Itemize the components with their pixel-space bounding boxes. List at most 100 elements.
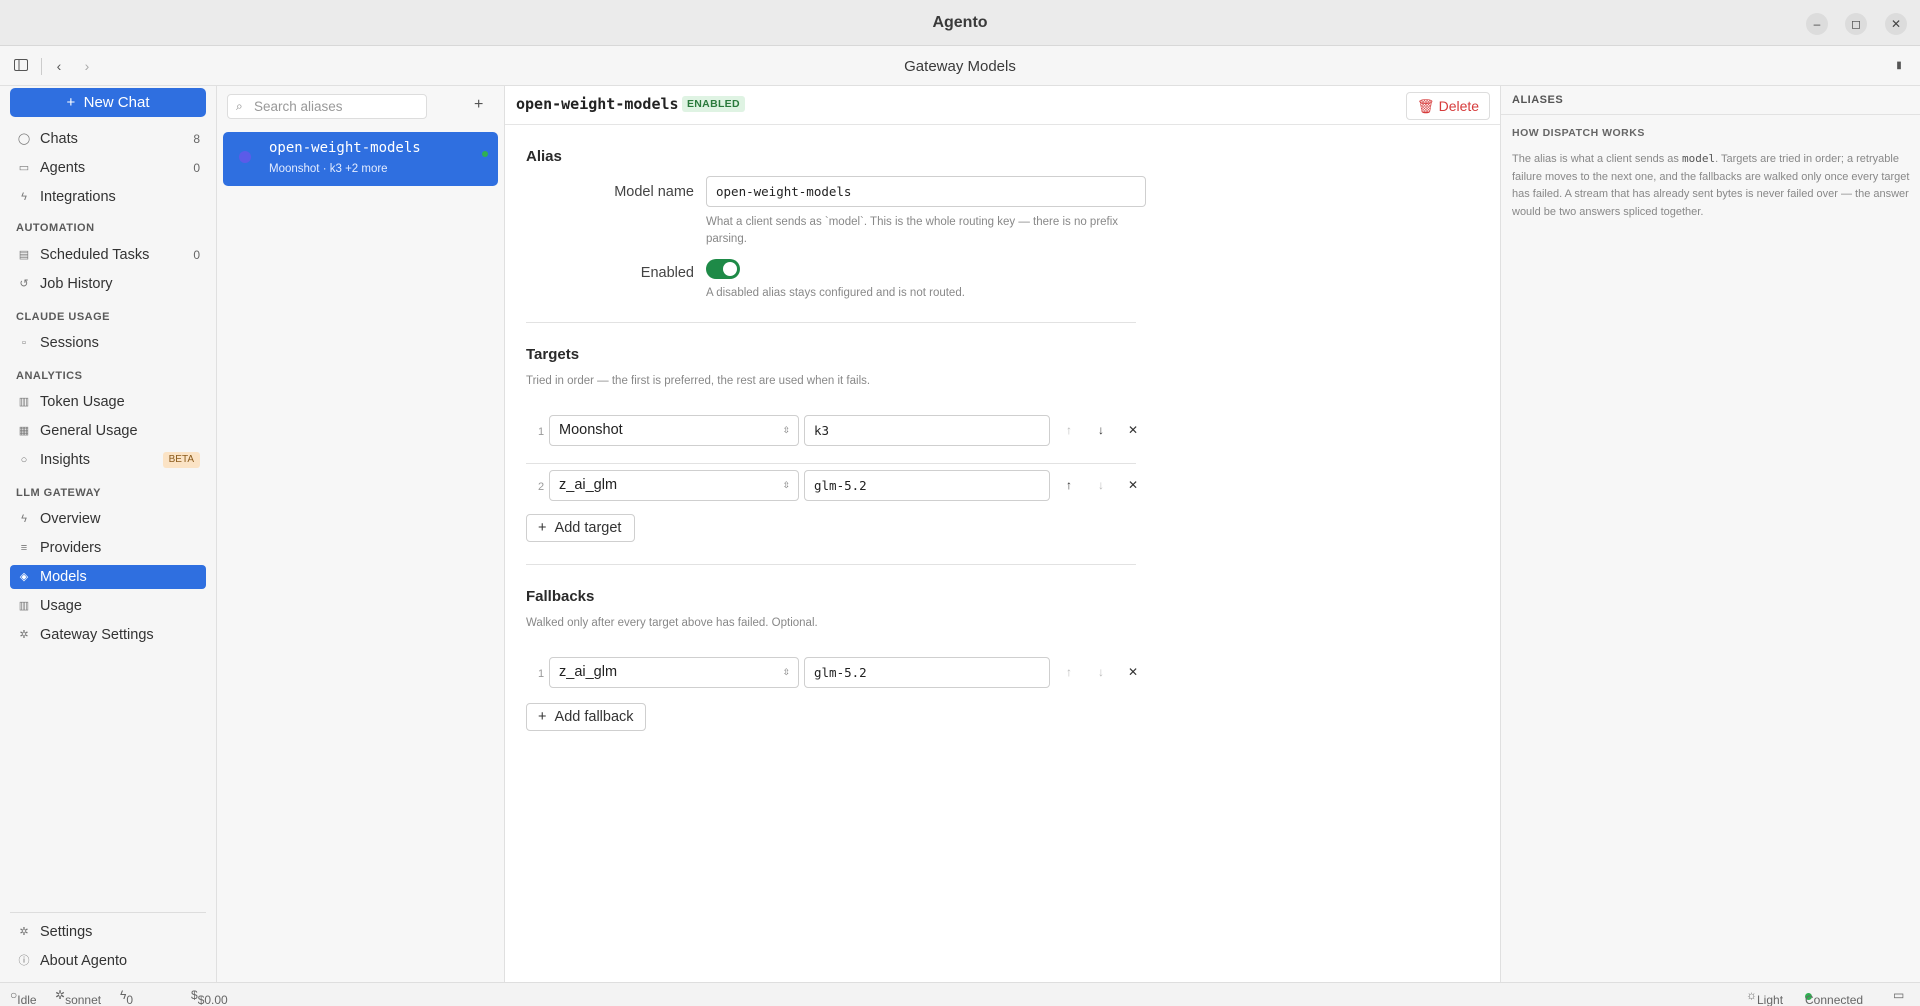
terminal-icon: ▫ (22, 337, 26, 349)
target-provider-select[interactable]: Moonshot ⇳ (549, 415, 799, 446)
status-bar: ○ Idle ✲ sonnet ϟ 0 today $ $0.00 ☼ Ligh… (0, 982, 1920, 1006)
title-bar: Agento – ◻ ✕ (0, 0, 1920, 46)
window-title: Agento (932, 14, 988, 31)
grid-icon: ▦ (18, 425, 30, 437)
beta-badge: BETA (162, 452, 200, 468)
lightbulb-icon: ○ (20, 454, 28, 466)
sidebar-item-job-history[interactable]: ↺ Job History (10, 272, 206, 296)
add-alias-button[interactable]: + (474, 96, 483, 114)
add-fallback-button[interactable]: + Add fallback (526, 703, 646, 731)
status-badge: ENABLED (682, 96, 745, 112)
fallback-index: 1 (538, 668, 545, 680)
move-up-icon[interactable]: ↑ (1062, 478, 1076, 492)
panel-toggle-icon[interactable]: ▮ (1890, 57, 1908, 75)
move-down-icon[interactable]: ↓ (1094, 665, 1108, 679)
search-icon: ⌕ (236, 99, 243, 113)
info-icon: ⓘ (18, 955, 30, 967)
target-provider-select[interactable]: z_ai_glm ⇳ (549, 470, 799, 501)
sidebar-item-about[interactable]: ⓘ About Agento (10, 949, 206, 973)
enabled-label: Enabled (640, 265, 694, 281)
alias-section-title: Alias (526, 148, 562, 165)
plus-icon: + (538, 709, 555, 725)
chevron-updown-icon: ⇳ (782, 480, 790, 490)
move-down-icon[interactable]: ↓ (1094, 423, 1108, 437)
remove-icon[interactable]: ✕ (1126, 478, 1140, 492)
database-icon: ≡ (20, 542, 28, 554)
alias-list-pane: ⌕ Search aliases + open-weight-models Moo… (217, 86, 505, 982)
model-name-input[interactable]: open-weight-models (706, 176, 1146, 207)
target-model-input[interactable]: glm-5.2 (804, 470, 1050, 501)
plug-icon: ϟ (21, 191, 27, 203)
status-cost: $ $0.00 (191, 988, 228, 1006)
bar-chart-icon: ▥ (18, 396, 30, 408)
enabled-toggle[interactable] (706, 259, 740, 279)
chevron-updown-icon: ⇳ (782, 425, 790, 435)
status-state: ○ Idle (10, 988, 37, 1006)
sidebar-item-general-usage[interactable]: ▦ General Usage (10, 419, 206, 443)
trash-icon: 🗑︎ (1416, 98, 1439, 114)
sidebar-item-sessions[interactable]: ▫ Sessions (10, 331, 206, 355)
fallback-provider-select[interactable]: z_ai_glm ⇳ (549, 657, 799, 688)
enabled-hint: A disabled alias stays configured and is… (706, 287, 965, 299)
section-automation: AUTOMATION (16, 222, 95, 234)
fallbacks-section-title: Fallbacks (526, 588, 595, 605)
fallback-model-input[interactable]: glm-5.2 (804, 657, 1050, 688)
sidebar-item-integrations[interactable]: ϟ Integrations (10, 185, 206, 209)
close-window-button[interactable]: ✕ (1885, 13, 1907, 35)
search-input[interactable]: ⌕ Search aliases (227, 94, 427, 119)
chat-icon: ◯ (17, 133, 31, 145)
move-up-icon[interactable]: ↑ (1062, 665, 1076, 679)
layers-icon: ◈ (19, 571, 29, 583)
section-claude-usage: CLAUDE USAGE (16, 311, 111, 323)
new-chat-button[interactable]: + New Chat (10, 88, 206, 117)
section-llm-gateway: LLM GATEWAY (16, 487, 101, 499)
move-down-icon[interactable]: ↓ (1094, 478, 1108, 492)
remove-icon[interactable]: ✕ (1126, 423, 1140, 437)
info-panel: ALIASES HOW DISPATCH WORKS The alias is … (1500, 86, 1920, 982)
targets-hint: Tried in order — the first is preferred,… (526, 375, 871, 387)
info-panel-subheading: HOW DISPATCH WORKS (1512, 127, 1645, 139)
sidebar-item-providers[interactable]: ≡ Providers (10, 536, 206, 560)
fallbacks-hint: Walked only after every target above has… (526, 617, 818, 629)
agent-icon: ▭ (18, 162, 30, 174)
status-model: ✲ sonnet (55, 988, 102, 1006)
sidebar-item-settings[interactable]: ✲ Settings (10, 920, 206, 944)
minimize-button[interactable]: – (1806, 13, 1828, 35)
sidebar-item-overview[interactable]: ϟ Overview (10, 507, 206, 531)
sidebar-item-gateway-settings[interactable]: ✲ Gateway Settings (10, 623, 206, 647)
editor-header: open-weight-models ENABLED 🗑︎ Delete (505, 86, 1500, 125)
remove-icon[interactable]: ✕ (1126, 665, 1140, 679)
sidebar-item-insights[interactable]: ○ Insights BETA (10, 448, 206, 472)
sidebar-item-token-usage[interactable]: ▥ Token Usage (10, 390, 206, 414)
calendar-icon: ▤ (18, 249, 30, 261)
alias-item-subtitle: Moonshot · k3 +2 more (269, 163, 388, 175)
bolt-icon: ϟ (21, 513, 27, 525)
sidebar: + New Chat ◯ Chats 8 ▭ Agents 0 ϟ Integration… (0, 86, 217, 982)
plus-icon: + (66, 94, 84, 111)
status-today: ϟ 0 today (120, 988, 134, 1006)
info-panel-heading: ALIASES (1512, 94, 1564, 106)
sidebar-item-usage[interactable]: ▥ Usage (10, 594, 206, 618)
plus-icon: + (538, 520, 555, 536)
alias-editor: open-weight-models ENABLED 🗑︎ Delete Ali… (505, 86, 1500, 982)
info-panel-text: The alias is what a client sends as mode… (1512, 152, 1910, 218)
sidebar-item-agents[interactable]: ▭ Agents 0 (10, 156, 206, 180)
sidebar-item-scheduled-tasks[interactable]: ▤ Scheduled Tasks 0 (10, 243, 206, 267)
toolbar: ‹ › Gateway Models ▮ (0, 46, 1920, 86)
gear-icon: ✲ (19, 926, 29, 938)
history-icon: ↺ (19, 278, 29, 290)
bar-chart-icon: ▥ (18, 600, 30, 612)
target-model-input[interactable]: k3 (804, 415, 1050, 446)
sidebar-item-chats[interactable]: ◯ Chats 8 (10, 127, 206, 151)
sidebar-item-models[interactable]: ◈ Models (10, 565, 206, 589)
move-up-icon[interactable]: ↑ (1062, 423, 1076, 437)
alias-icon (239, 151, 251, 163)
theme-toggle[interactable]: ☼ Light (1746, 988, 1783, 1006)
add-target-button[interactable]: + Add target (526, 514, 635, 542)
target-index: 1 (538, 426, 545, 438)
panel-icon[interactable]: ▭ (1893, 988, 1904, 1002)
maximize-button[interactable]: ◻ (1845, 13, 1867, 35)
alias-list-item[interactable]: open-weight-models Moonshot · k3 +2 more (223, 132, 498, 186)
delete-button[interactable]: 🗑︎ Delete (1406, 92, 1490, 120)
chevron-updown-icon: ⇳ (782, 667, 790, 677)
